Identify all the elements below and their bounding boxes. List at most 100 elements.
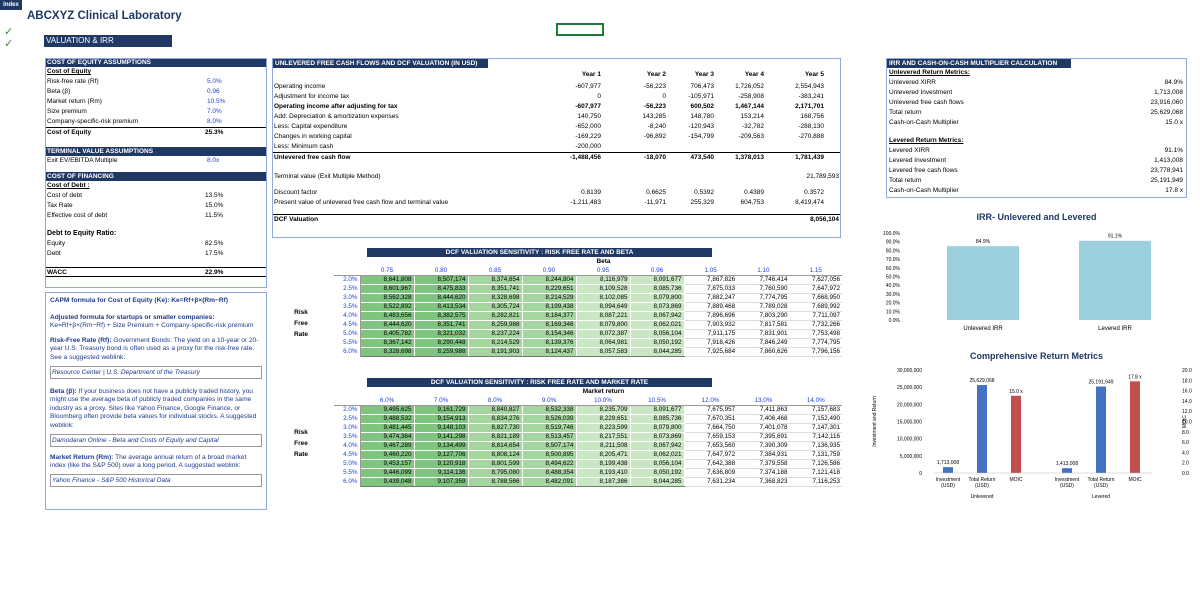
sens-cell: 7,642,388 <box>684 459 738 469</box>
sens-cell: 8,351,741 <box>467 284 523 294</box>
sens-cell: 7,379,558 <box>737 459 790 469</box>
coe-row: Market return (Rm) 10.5% <box>47 98 226 105</box>
sens-cell: 7,911,175 <box>684 329 738 339</box>
sens-cell: 8,187,386 <box>575 477 631 487</box>
sens-cell: 8,795,080 <box>467 468 523 478</box>
de-row: Equity 82.5% <box>47 240 224 247</box>
sens-col-header: 1.05 <box>684 267 738 276</box>
sens-row-header: 5.5% <box>334 468 361 478</box>
irr-row: Unlevered free cash flows 23,916,060 <box>889 99 1183 106</box>
irr-row: Total return 25,191,949 <box>889 177 1183 184</box>
dcf-row: Less: Capital expenditure -652,000 -8,240-… <box>274 123 824 130</box>
sens-cell: 7,401,078 <box>737 423 790 433</box>
sens-row-header: 3.0% <box>334 423 361 433</box>
sens-cell: 8,475,833 <box>413 284 469 294</box>
sens-cell: 8,050,192 <box>629 468 685 478</box>
treasury-link[interactable]: Resource Center | U.S. Department of the… <box>50 365 262 379</box>
sens-cell: 7,142,116 <box>789 432 842 442</box>
sens-cell: 7,896,696 <box>684 311 738 321</box>
sens-cell: 8,102,085 <box>575 293 631 303</box>
irr-row: Cash-on-Cash Multiplier 15.0 x <box>889 119 1183 126</box>
irr-row: Total return 25,629,068 <box>889 109 1183 116</box>
unlev-title: Unlevered Return Metrics: <box>889 69 970 76</box>
sens-cell: 8,050,192 <box>629 338 685 348</box>
sens-cell: 8,834,276 <box>467 414 523 424</box>
sens2-table: 6.0% 7.0% 8.0% 9.0% 10.0% 10.5% 12.0% 13.0% 14.0… <box>334 397 842 487</box>
sens-row: 2.0% 9,495,625 9,161,729 8,840,827 8,532,338… <box>334 405 842 415</box>
y2-tick: 14.0 <box>1182 399 1192 405</box>
index-tab[interactable]: Index <box>0 0 22 10</box>
y2-tick: 2.0 <box>1182 461 1189 467</box>
sens-cell: 8,321,032 <box>413 329 469 339</box>
y-tick: 80.0% <box>886 248 901 254</box>
sens-cell: 7,746,414 <box>737 275 790 285</box>
sens-row: 3.5% 8,522,892 8,413,534 8,305,724 8,199,438… <box>334 302 842 312</box>
sens-col-header: 0.96 <box>630 267 684 276</box>
sens-cell: 7,732,266 <box>789 320 842 330</box>
sens-cell: 7,803,290 <box>737 311 790 321</box>
sens-cell: 8,091,677 <box>629 275 685 285</box>
y-tick: 0.0% <box>889 318 901 324</box>
sens-row: 2.0% 8,641,808 8,507,174 8,374,854 8,244,804… <box>334 275 842 285</box>
sens-row: 6.0% 8,328,698 8,259,988 8,191,903 8,124,437… <box>334 347 842 357</box>
sens-cell: 8,290,448 <box>413 338 469 348</box>
year-header: Year 1 <box>581 71 601 78</box>
sens-row-header: 2.5% <box>334 284 361 294</box>
sens-cell: 8,237,224 <box>467 329 523 339</box>
y2-tick: 6.0 <box>1182 440 1189 446</box>
sens-cell: 8,328,698 <box>359 347 415 357</box>
lev-title: Levered Return Metrics: <box>889 137 964 144</box>
dcf-header: UNLEVERED FREE CASH FLOWS AND DCF VALUAT… <box>273 59 488 68</box>
sens-cell: 8,056,104 <box>629 329 685 339</box>
sens-cell: 8,444,620 <box>413 293 469 303</box>
sens-cell: 8,044,285 <box>629 477 685 487</box>
sens-col-header: 1.15 <box>789 267 842 276</box>
dcf-row: Changes in working capital -169,229 -96,89… <box>274 133 824 140</box>
sens-cell: 8,259,988 <box>413 347 469 357</box>
sens-cell: 8,522,892 <box>359 302 415 312</box>
sens-cell: 7,753,498 <box>789 329 842 339</box>
sens-row-header: 2.5% <box>334 414 361 424</box>
sens-row-header: 5.0% <box>334 329 361 339</box>
sens-cell: 8,079,800 <box>629 423 685 433</box>
sens-cell: 7,875,033 <box>684 284 738 294</box>
yahoo-link[interactable]: Yahoo Finance - S&P 500 Historical Data <box>50 473 262 487</box>
sens-cell: 7,760,590 <box>737 284 790 294</box>
sens-cell: 8,223,599 <box>575 423 631 433</box>
dcf-row: Operating income after adjusting for tax… <box>274 103 824 110</box>
sens-col-header: 1.10 <box>737 267 790 276</box>
sens-row-header: 3.5% <box>334 302 361 312</box>
adj-body: Ke=Rf+β×(Rm−Rf) + Size Premium + Company… <box>50 322 254 330</box>
irr-chart: 100.0% 90.0% 80.0% 70.0% 60.0% 50.0% 40.0% 30.0… <box>883 231 1151 332</box>
coe-row: Company-specific-risk premium 8.0% <box>47 118 222 125</box>
sens-cell: 7,395,691 <box>737 432 790 442</box>
irr-chart-title: IRR- Unlevered and Levered <box>976 212 1097 222</box>
sens-cell: 9,474,364 <box>359 432 415 442</box>
sens-cell: 8,124,437 <box>521 347 577 357</box>
sens-cell: 7,147,301 <box>789 423 842 433</box>
sens-cell: 7,116,253 <box>789 477 842 487</box>
dcf-row: Less: Minimum cash -200,000 <box>274 143 601 150</box>
y-tick: 20,000,000 <box>897 402 922 408</box>
damodaran-link[interactable]: Damodaran Online - Beta and Costs of Equ… <box>50 433 262 447</box>
sens-cell: 8,374,854 <box>467 275 523 285</box>
sens-row-header: 4.5% <box>334 320 361 330</box>
sens-cell: 8,079,800 <box>575 320 631 330</box>
sens-cell: 7,831,901 <box>737 329 790 339</box>
sens-cell: 7,659,153 <box>684 432 738 442</box>
coe-row: Size premium 7.0% <box>47 108 222 115</box>
sens-cell: 8,827,730 <box>467 423 523 433</box>
sens-cell: 7,384,931 <box>737 450 790 460</box>
dcf-valuation-row: DCF Valuation 8,056,104 <box>273 214 840 223</box>
sens-cell: 9,107,359 <box>413 477 469 487</box>
sens-col-header: 7.0% <box>414 397 468 406</box>
category-label: (USD) <box>1094 483 1108 489</box>
y-tick: 100.0% <box>883 231 901 237</box>
y2-tick: 18.0 <box>1182 378 1192 384</box>
data-label: 25,629,068 <box>969 378 994 384</box>
selected-cell[interactable] <box>556 23 604 36</box>
sens-cell: 9,446,099 <box>359 468 415 478</box>
y-tick: 5,000,000 <box>900 454 922 460</box>
sens-cell: 9,453,157 <box>359 459 415 469</box>
y-tick: 90.0% <box>886 240 901 246</box>
